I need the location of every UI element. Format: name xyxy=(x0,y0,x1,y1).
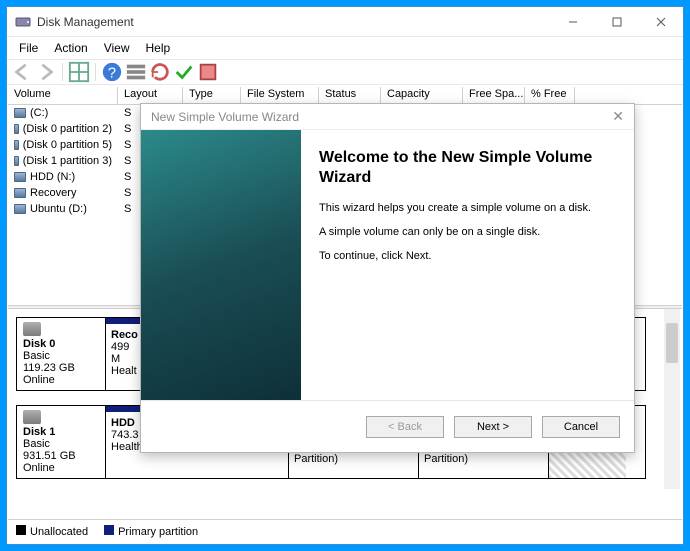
titlebar[interactable]: Disk Management xyxy=(7,7,683,37)
col-status[interactable]: Status xyxy=(319,87,381,104)
disk-type: Basic xyxy=(23,350,50,362)
col-type[interactable]: Type xyxy=(183,87,241,104)
col-volume[interactable]: Volume xyxy=(8,87,118,104)
settings-icon[interactable] xyxy=(197,61,219,83)
drive-icon xyxy=(14,108,26,118)
legend-swatch-unalloc xyxy=(16,525,26,535)
forward-icon[interactable] xyxy=(35,61,57,83)
disk-icon xyxy=(23,322,41,336)
disk-size: 931.51 GB xyxy=(23,450,76,462)
disk-status: Online xyxy=(23,462,55,474)
disk-management-window: Disk Management File Action View Help ? … xyxy=(6,6,684,545)
minimize-button[interactable] xyxy=(551,8,595,36)
col-capacity[interactable]: Capacity xyxy=(381,87,463,104)
volume-name: Recovery xyxy=(30,187,76,199)
volume-name: Ubuntu (D:) xyxy=(30,203,87,215)
window-title: Disk Management xyxy=(37,15,551,29)
drive-icon xyxy=(14,188,26,198)
dialog-titlebar[interactable]: New Simple Volume Wizard ✕ xyxy=(141,104,634,130)
drive-icon xyxy=(14,172,26,182)
close-button[interactable] xyxy=(639,8,683,36)
wizard-text-3: To continue, click Next. xyxy=(319,250,616,262)
scrollbar[interactable] xyxy=(664,309,680,489)
disk-label: Disk 1 xyxy=(23,426,55,438)
menu-view[interactable]: View xyxy=(96,39,138,57)
drive-icon xyxy=(14,156,19,166)
app-icon xyxy=(15,14,31,30)
wizard-text-2: A simple volume can only be on a single … xyxy=(319,226,616,238)
refresh-icon[interactable] xyxy=(149,61,171,83)
menubar: File Action View Help xyxy=(7,37,683,59)
disk-header[interactable]: Disk 1 Basic 931.51 GB Online xyxy=(16,405,106,479)
dialog-title: New Simple Volume Wizard xyxy=(151,110,299,124)
volume-name: (Disk 0 partition 5) xyxy=(23,139,112,151)
check-icon[interactable] xyxy=(173,61,195,83)
wizard-heading: Welcome to the New Simple Volume Wizard xyxy=(319,148,616,188)
menu-help[interactable]: Help xyxy=(138,39,179,57)
svg-text:?: ? xyxy=(108,66,116,82)
legend-swatch-primary xyxy=(104,525,114,535)
dialog-close-icon[interactable]: ✕ xyxy=(612,108,624,125)
menu-action[interactable]: Action xyxy=(46,39,95,57)
disk-status: Online xyxy=(23,374,55,386)
help-icon[interactable]: ? xyxy=(101,61,123,83)
dialog-button-row: < Back Next > Cancel xyxy=(141,400,634,452)
drive-icon xyxy=(14,140,19,150)
legend-unallocated: Unallocated xyxy=(30,526,88,538)
list-icon[interactable] xyxy=(125,61,147,83)
drive-icon xyxy=(14,124,19,134)
scrollbar-thumb[interactable] xyxy=(666,323,678,363)
menu-file[interactable]: File xyxy=(11,39,46,57)
wizard-content: Welcome to the New Simple Volume Wizard … xyxy=(301,130,634,400)
disk-type: Basic xyxy=(23,438,50,450)
cancel-button[interactable]: Cancel xyxy=(542,416,620,438)
back-icon[interactable] xyxy=(11,61,33,83)
col-freespace[interactable]: Free Spa... xyxy=(463,87,525,104)
wizard-text-1: This wizard helps you create a simple vo… xyxy=(319,202,616,214)
volume-name: (Disk 1 partition 3) xyxy=(23,155,112,167)
grid-icon[interactable] xyxy=(68,61,90,83)
next-button[interactable]: Next > xyxy=(454,416,532,438)
wizard-side-banner xyxy=(141,130,301,400)
disk-icon xyxy=(23,410,41,424)
disk-label: Disk 0 xyxy=(23,338,55,350)
col-filesystem[interactable]: File System xyxy=(241,87,319,104)
volume-name: (C:) xyxy=(30,107,48,119)
toolbar: ? xyxy=(7,59,683,85)
disk-header[interactable]: Disk 0 Basic 119.23 GB Online xyxy=(16,317,106,391)
volume-name: (Disk 0 partition 2) xyxy=(23,123,112,135)
col-pctfree[interactable]: % Free xyxy=(525,87,575,104)
disk-size: 119.23 GB xyxy=(23,362,75,374)
new-simple-volume-wizard-dialog: New Simple Volume Wizard ✕ Welcome to th… xyxy=(140,103,635,453)
back-button: < Back xyxy=(366,416,444,438)
col-layout[interactable]: Layout xyxy=(118,87,183,104)
maximize-button[interactable] xyxy=(595,8,639,36)
legend-primary: Primary partition xyxy=(118,526,198,538)
legend: Unallocated Primary partition xyxy=(8,519,682,543)
drive-icon xyxy=(14,204,26,214)
volume-name: HDD (N:) xyxy=(30,171,75,183)
